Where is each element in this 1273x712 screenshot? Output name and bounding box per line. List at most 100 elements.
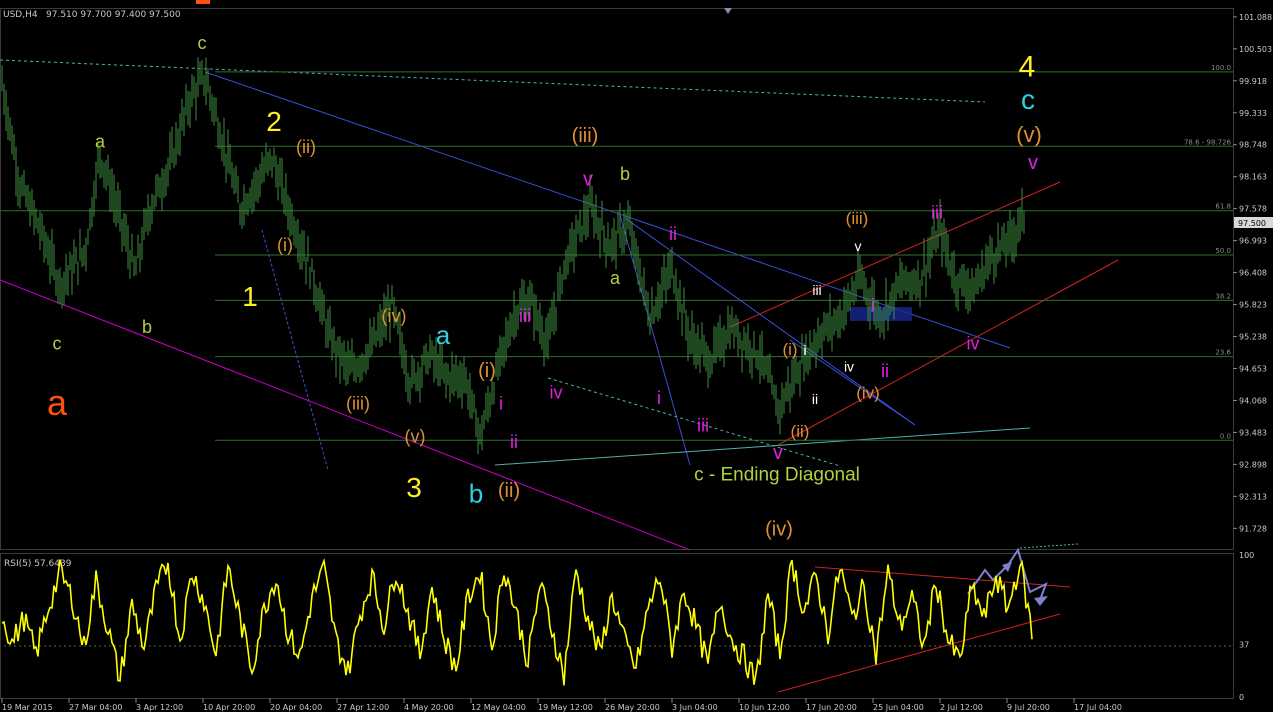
wave-label: c	[1021, 84, 1035, 115]
wave-label: ii	[510, 432, 518, 452]
time-tick-label: 17 Jun 20:00	[806, 703, 857, 712]
wave-label: a	[47, 382, 68, 423]
price-tick-label: 91.728	[1239, 524, 1267, 533]
price-tick-label: 95.238	[1239, 333, 1267, 342]
wave-label: b	[469, 479, 483, 509]
time-tick-label: 20 Apr 04:00	[270, 703, 322, 712]
price-tick-label: 97.578	[1239, 205, 1267, 214]
wave-label: (iv)	[382, 306, 407, 326]
wave-label: iv	[550, 383, 563, 403]
price-tick-label: 93.483	[1239, 428, 1267, 437]
wave-label: i	[657, 388, 661, 408]
wave-label: (iii)	[572, 125, 599, 147]
wave-label: (iv)	[856, 384, 880, 403]
time-tick-label: 25 Jun 04:00	[873, 703, 924, 712]
wave-label: ii	[881, 361, 889, 381]
wave-label: (ii)	[296, 137, 316, 157]
fib-level-label: 100.0	[1211, 64, 1231, 72]
price-tick-label: 92.898	[1239, 460, 1267, 469]
time-tick-label: 27 Apr 12:00	[337, 703, 389, 712]
time-tick-label: 19 May 12:00	[538, 703, 593, 712]
price-tick-label: 98.748	[1239, 141, 1267, 150]
price-tick-label: 92.313	[1239, 492, 1267, 501]
time-tick-label: 19 Mar 2015	[2, 703, 53, 712]
time-tick-label: 26 May 20:00	[605, 703, 660, 712]
wave-label: (iii)	[346, 394, 370, 414]
wave-label: iii	[812, 282, 821, 298]
time-tick-label: 12 May 04:00	[471, 703, 526, 712]
target-zone-box[interactable]	[850, 307, 912, 321]
wave-label: c	[198, 33, 207, 53]
chart-canvas: 100.0 78.6 - 98.726 61.8 50.0 38.2 23.6 0.0 c a…	[0, 0, 1273, 712]
rsi-label: RSI(5) 57.6439	[4, 559, 72, 569]
price-tick-label: 101.088	[1239, 13, 1272, 22]
symbol-label: USD,H4	[3, 10, 38, 20]
wave-label: a	[610, 268, 621, 288]
wave-label: v	[855, 238, 862, 254]
fib-level-label: 38.2	[1215, 292, 1231, 300]
wave-label: (i)	[782, 340, 797, 359]
price-tick-label: 96.408	[1239, 269, 1267, 278]
chart-background	[0, 0, 1273, 712]
wave-label: (ii)	[498, 480, 520, 502]
wave-label: (i)	[277, 235, 293, 255]
wave-label: i	[871, 295, 875, 315]
price-tick-label: 98.163	[1239, 173, 1267, 182]
wave-label: v	[583, 169, 593, 191]
wave-label: ii	[669, 224, 677, 244]
wave-label: b	[142, 317, 152, 337]
wave-label: (iii)	[846, 209, 869, 228]
wave-label: i	[499, 394, 503, 414]
price-tick-label: 100.503	[1239, 45, 1272, 54]
wave-label: iv	[967, 334, 980, 354]
time-tick-label: 3 Jun 04:00	[672, 703, 718, 712]
wave-label: (ii)	[791, 422, 810, 441]
fib-level-label: 0.0	[1220, 432, 1231, 440]
rsi-tick-label: 100	[1239, 551, 1254, 560]
wave-label: v	[1028, 152, 1038, 174]
time-tick-label: 10 Apr 20:00	[203, 703, 255, 712]
wave-label: (iv)	[765, 518, 793, 540]
wave-label: 1	[242, 281, 258, 312]
wave-label: iii	[697, 416, 709, 436]
wave-label: 3	[406, 472, 422, 503]
time-tick-label: 9 Jul 20:00	[1007, 703, 1050, 712]
time-tick-label: 4 May 20:00	[404, 703, 454, 712]
rsi-tick-label: 0	[1239, 693, 1244, 702]
price-tick-label: 99.918	[1239, 77, 1267, 86]
fib-level-label: 61.8	[1215, 203, 1231, 211]
wave-label-fragment	[196, 0, 210, 4]
time-tick-label: 2 Jul 12:00	[940, 703, 983, 712]
fib-level-label: 23.6	[1215, 349, 1231, 357]
wave-label: a	[436, 320, 451, 350]
wave-label: i	[803, 342, 806, 358]
wave-label: iv	[844, 358, 854, 374]
fib-level-label: 50.0	[1215, 247, 1231, 255]
time-tick-label: 17 Jul 04:00	[1074, 703, 1122, 712]
rsi-tick-label: 37	[1239, 640, 1249, 649]
fib-level-label: 78.6 - 98.726	[1184, 138, 1232, 146]
wave-label: c - Ending Diagonal	[694, 465, 860, 486]
wave-label: (v)	[1016, 122, 1042, 147]
wave-label: ii	[812, 391, 818, 407]
wave-label: 4	[1019, 50, 1036, 83]
price-tick-label: 95.823	[1239, 301, 1267, 310]
quote-label: 97.510 97.700 97.400 97.500	[46, 10, 181, 20]
price-tick-label: 94.653	[1239, 365, 1267, 374]
wave-label: (v)	[405, 426, 426, 446]
price-tick-label: 99.333	[1239, 109, 1267, 118]
wave-label: c	[53, 334, 62, 354]
wave-label: iii	[931, 202, 943, 222]
time-tick-label: 10 Jun 12:00	[739, 703, 790, 712]
current-price-label: 97.500	[1238, 219, 1266, 228]
wave-label: v	[773, 442, 783, 464]
wave-label: (i)	[478, 360, 496, 382]
price-tick-label: 94.068	[1239, 396, 1267, 405]
time-tick-label: 3 Apr 12:00	[136, 703, 183, 712]
wave-label: a	[95, 131, 106, 151]
price-tick-label: 96.993	[1239, 237, 1267, 246]
time-tick-label: 27 Mar 04:00	[69, 703, 122, 712]
wave-label: iii	[519, 306, 531, 326]
wave-label: 2	[266, 106, 282, 137]
wave-label: b	[620, 164, 630, 184]
